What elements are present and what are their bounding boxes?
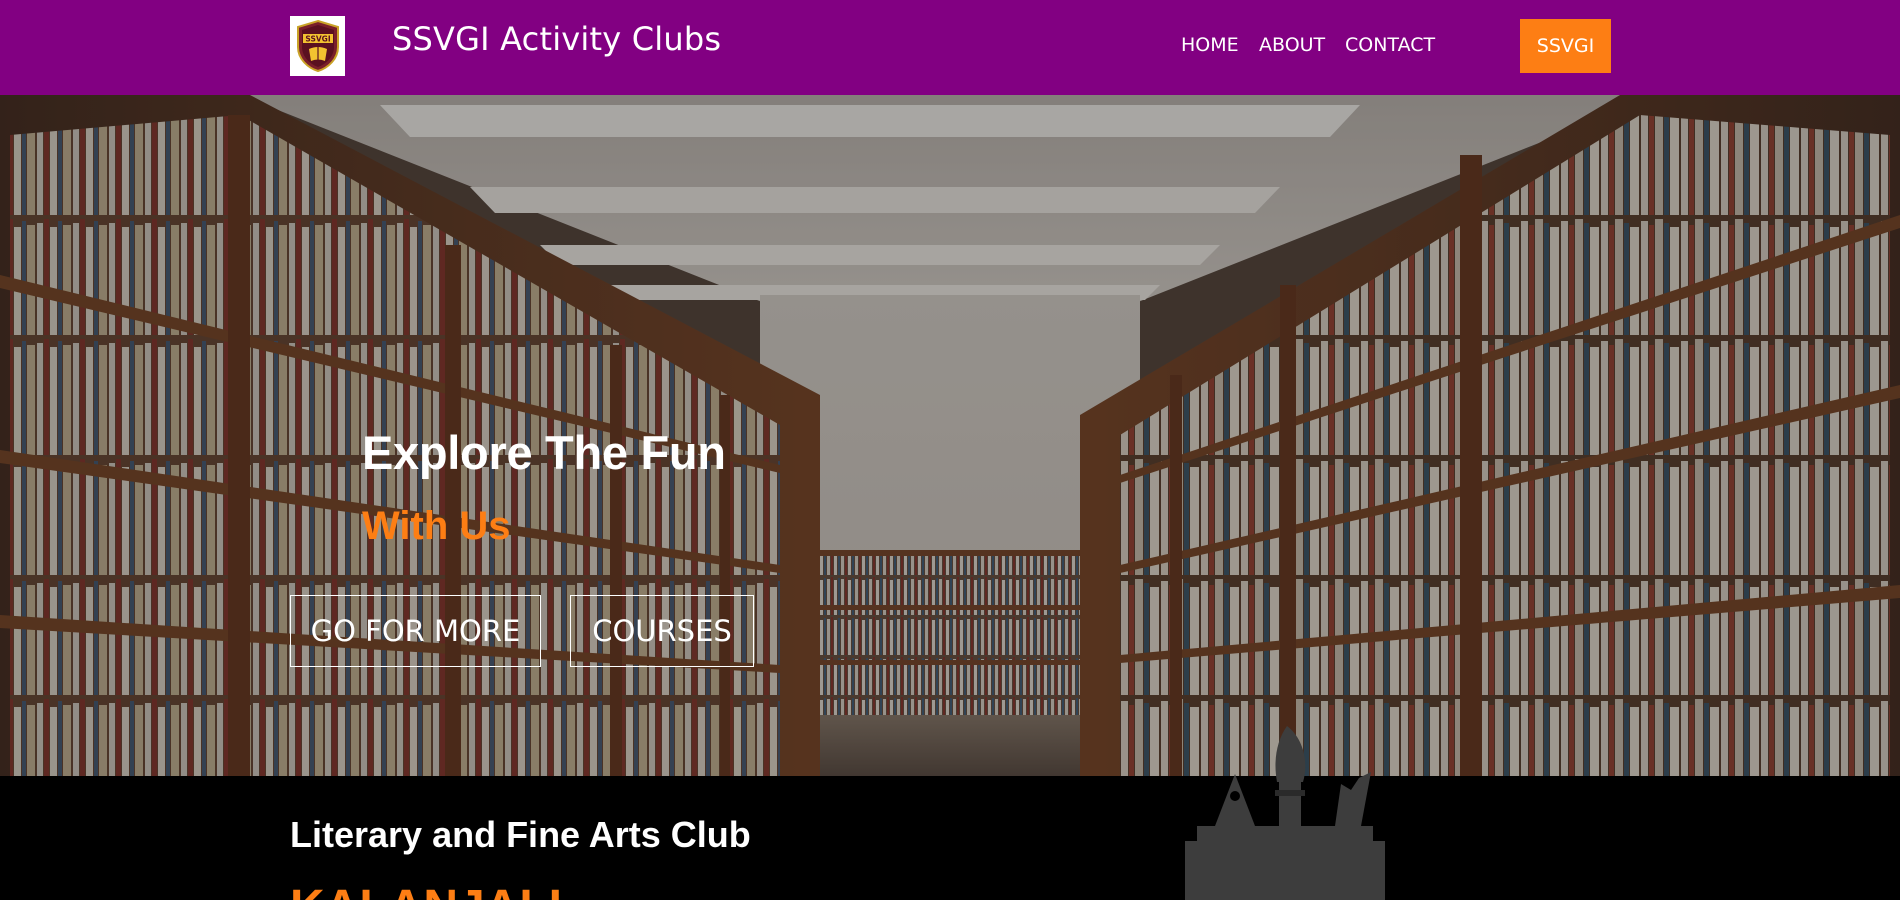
- nav-home-link[interactable]: HOME: [1181, 34, 1239, 56]
- club-heading: Literary and Fine Arts Club: [290, 814, 751, 855]
- hero-section: Explore The Fun With Us GO FOR MORE COUR…: [0, 95, 1900, 776]
- pen-and-brush-icon: [1185, 726, 1385, 900]
- hero-subtitle: With Us: [362, 504, 511, 548]
- nav-about-link[interactable]: ABOUT: [1259, 34, 1325, 56]
- site-title[interactable]: SSVGI Activity Clubs: [392, 20, 721, 58]
- shield-logo-icon: SSVGI: [296, 19, 339, 73]
- library-bookshelves-icon: [0, 95, 1900, 776]
- go-for-more-button[interactable]: GO FOR MORE: [290, 595, 541, 667]
- club-section: Literary and Fine Arts Club KALANJALI: [0, 776, 1900, 900]
- ssvgi-button[interactable]: SSVGI: [1520, 19, 1611, 73]
- navbar: SSVGI SSVGI Activity Clubs HOME ABOUT CO…: [0, 0, 1900, 95]
- svg-text:SSVGI: SSVGI: [305, 35, 330, 44]
- hero-title: Explore The Fun: [362, 426, 726, 479]
- club-name: KALANJALI: [290, 880, 562, 900]
- courses-button[interactable]: COURSES: [570, 595, 754, 667]
- nav-contact-link[interactable]: CONTACT: [1345, 34, 1435, 56]
- ssvgi-logo[interactable]: SSVGI: [290, 16, 345, 76]
